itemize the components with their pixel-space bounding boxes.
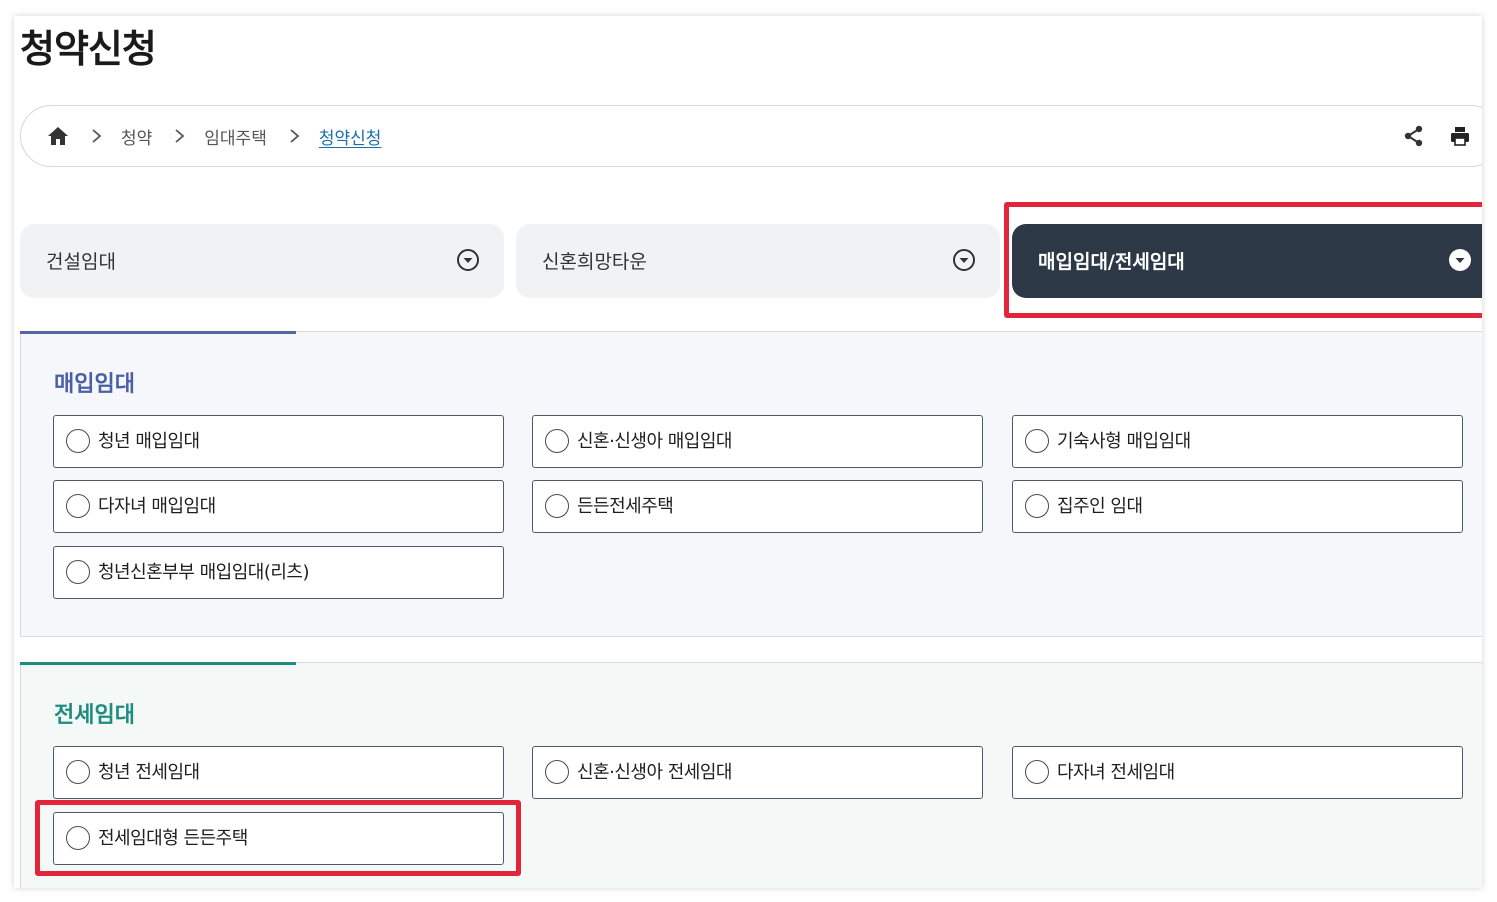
section-accent-bar: [20, 662, 296, 665]
page-card: 청약신청 청약 임대주택 청약신청 건설임대 신혼희망타운 매입임대/전세임대 …: [14, 16, 1482, 888]
radio-icon[interactable]: [66, 429, 90, 453]
radio-icon[interactable]: [1025, 494, 1049, 518]
tab-purchase-jeonse-rental[interactable]: 매입임대/전세임대: [1012, 224, 1482, 298]
option-newlywed-newborn-purchase-rental[interactable]: 신혼·신생아 매입임대: [532, 415, 983, 468]
option-label: 청년 전세임대: [98, 762, 200, 783]
option-youth-jeonse-rental[interactable]: 청년 전세임대: [53, 746, 504, 799]
option-multichild-purchase-rental[interactable]: 다자녀 매입임대: [53, 480, 504, 533]
section-purchase-rental: 매입임대 청년 매입임대 신혼·신생아 매입임대 기숙사형 매입임대 다자녀 매…: [20, 331, 1482, 637]
option-label: 다자녀 매입임대: [98, 496, 216, 517]
option-dundeun-jeonse-housing[interactable]: 든든전세주택: [532, 480, 983, 533]
radio-icon[interactable]: [545, 494, 569, 518]
tab-label: 매입임대/전세임대: [1038, 251, 1185, 273]
home-icon[interactable]: [47, 126, 69, 146]
print-icon[interactable]: [1449, 125, 1471, 147]
chevron-down-circle-icon: [1449, 249, 1471, 271]
breadcrumb-tools: [1403, 106, 1471, 166]
chevron-right-icon: [290, 129, 300, 143]
radio-icon[interactable]: [66, 760, 90, 784]
breadcrumb-item-cheongyak[interactable]: 청약: [121, 124, 152, 149]
option-label: 전세임대형 든든주택: [98, 828, 248, 849]
option-label: 다자녀 전세임대: [1057, 762, 1175, 783]
chevron-right-icon: [175, 129, 185, 143]
section-title: 매입임대: [54, 372, 135, 397]
option-label: 신혼·신생아 매입임대: [577, 431, 732, 452]
option-label: 기숙사형 매입임대: [1057, 431, 1191, 452]
radio-icon[interactable]: [545, 760, 569, 784]
radio-icon[interactable]: [1025, 429, 1049, 453]
tab-newlywed-hope-town[interactable]: 신혼희망타운: [516, 224, 1000, 298]
option-jeonse-type-dundeun-housing[interactable]: 전세임대형 든든주택: [53, 812, 504, 865]
breadcrumb-trail: 청약 임대주택 청약신청: [47, 106, 381, 166]
breadcrumb-item-current[interactable]: 청약신청: [319, 124, 382, 149]
radio-icon[interactable]: [66, 826, 90, 850]
section-accent-bar: [20, 331, 296, 334]
tab-label: 신혼희망타운: [542, 251, 647, 273]
share-icon[interactable]: [1403, 125, 1425, 147]
radio-icon[interactable]: [66, 494, 90, 518]
chevron-down-circle-icon: [457, 249, 479, 271]
section-jeonse-rental: 전세임대 청년 전세임대 신혼·신생아 전세임대 다자녀 전세임대 전세임대형 …: [20, 662, 1482, 888]
option-label: 청년 매입임대: [98, 431, 200, 452]
option-label: 집주인 임대: [1057, 496, 1143, 517]
breadcrumb: 청약 임대주택 청약신청: [20, 105, 1482, 167]
radio-icon[interactable]: [1025, 760, 1049, 784]
option-multichild-jeonse-rental[interactable]: 다자녀 전세임대: [1012, 746, 1463, 799]
radio-icon[interactable]: [545, 429, 569, 453]
option-label: 든든전세주택: [577, 496, 674, 517]
option-dormitory-purchase-rental[interactable]: 기숙사형 매입임대: [1012, 415, 1463, 468]
option-youth-purchase-rental[interactable]: 청년 매입임대: [53, 415, 504, 468]
option-label: 청년신혼부부 매입임대(리츠): [98, 562, 310, 583]
chevron-down-circle-icon: [953, 249, 975, 271]
option-newlywed-newborn-jeonse-rental[interactable]: 신혼·신생아 전세임대: [532, 746, 983, 799]
tab-label: 건설임대: [46, 251, 116, 273]
breadcrumb-item-rental-housing[interactable]: 임대주택: [204, 124, 267, 149]
section-title: 전세임대: [54, 703, 135, 728]
option-label: 신혼·신생아 전세임대: [577, 762, 732, 783]
tab-construction-rental[interactable]: 건설임대: [20, 224, 504, 298]
option-landlord-rental[interactable]: 집주인 임대: [1012, 480, 1463, 533]
radio-icon[interactable]: [66, 560, 90, 584]
chevron-right-icon: [92, 129, 102, 143]
option-youth-newlywed-reits-rental[interactable]: 청년신혼부부 매입임대(리츠): [53, 546, 504, 599]
page-title: 청약신청: [20, 27, 157, 71]
